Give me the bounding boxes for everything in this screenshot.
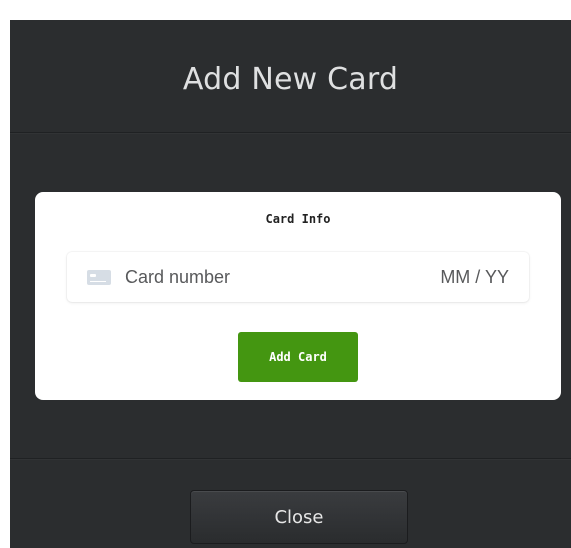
modal-footer: Close	[10, 458, 571, 548]
card-info-title: Card Info	[265, 212, 331, 226]
add-card-modal: Add New Card Card Info Card number MM / …	[10, 20, 571, 548]
close-button[interactable]: Close	[190, 490, 408, 544]
add-card-button[interactable]: Add Card	[238, 332, 358, 382]
modal-body: Card Info Card number MM / YY Add Card	[10, 133, 571, 458]
expiry-input[interactable]: MM / YY	[440, 267, 509, 288]
credit-card-icon	[87, 269, 111, 285]
card-number-input[interactable]: Card number	[125, 267, 440, 288]
card-info-panel: Card Info Card number MM / YY Add Card	[35, 192, 561, 400]
modal-header: Add New Card	[10, 20, 571, 133]
modal-title: Add New Card	[182, 61, 399, 97]
card-input-field[interactable]: Card number MM / YY	[67, 252, 529, 302]
